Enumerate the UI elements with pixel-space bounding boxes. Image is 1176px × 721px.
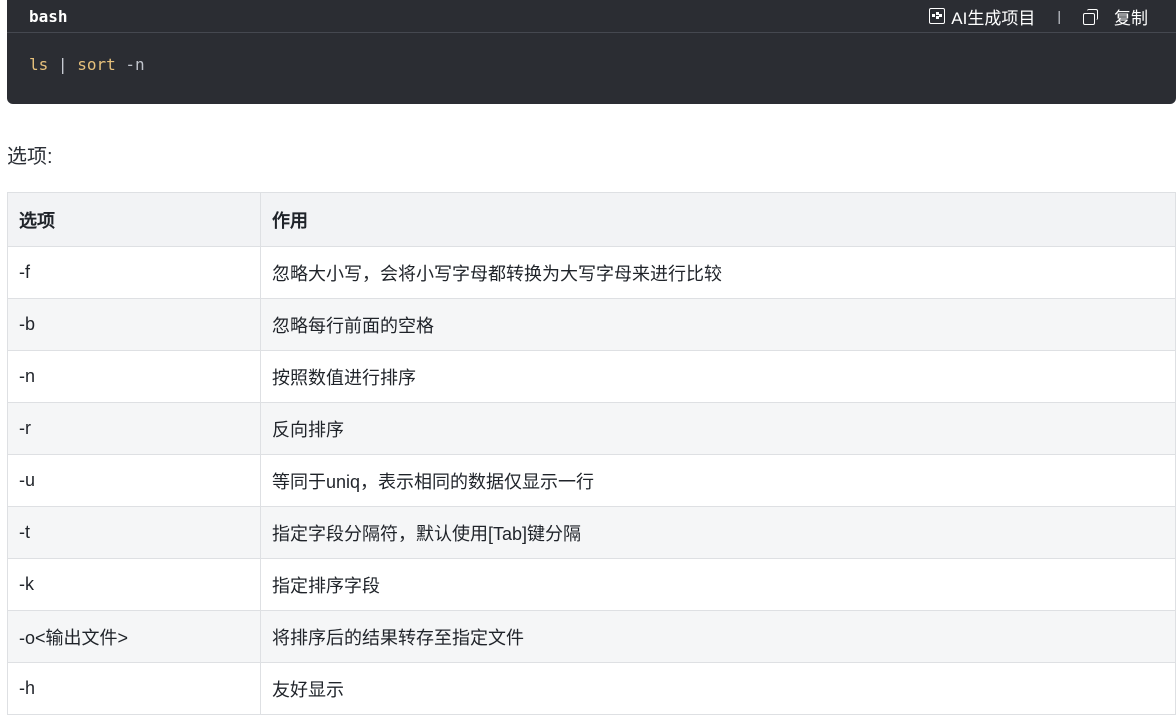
option-cell: -b	[7, 298, 261, 351]
option-cell: -k	[7, 558, 261, 611]
action-divider: |	[1057, 8, 1061, 24]
table-row: -u 等同于uniq，表示相同的数据仅显示一行	[7, 454, 1176, 507]
copy-button[interactable]: 复制	[1083, 4, 1148, 29]
option-cell: -u	[7, 454, 261, 507]
table-row: -h 友好显示	[7, 662, 1176, 715]
table-row: -n 按照数值进行排序	[7, 350, 1176, 403]
description-cell: 将排序后的结果转存至指定文件	[260, 610, 1176, 663]
options-heading: 选项:	[7, 146, 53, 168]
code-block-header: bash AI生成项目 | 复制	[7, 0, 1176, 33]
copy-label: 复制	[1114, 8, 1148, 28]
code-content[interactable]: ls | sort -n	[7, 33, 1176, 74]
option-cell: -h	[7, 662, 261, 715]
code-actions: AI生成项目 | 复制	[929, 4, 1176, 29]
table-row: -t 指定字段分隔符，默认使用[Tab]键分隔	[7, 506, 1176, 559]
code-token-pipe: |	[57, 55, 68, 74]
table-header-effect: 作用	[260, 192, 1176, 247]
code-token-command: ls	[29, 55, 49, 74]
code-token-flag: -n	[125, 55, 145, 74]
ai-generate-button[interactable]: AI生成项目	[929, 4, 1035, 29]
table-row: -o<输出文件> 将排序后的结果转存至指定文件	[7, 610, 1176, 663]
description-cell: 按照数值进行排序	[260, 350, 1176, 403]
description-cell: 友好显示	[260, 662, 1176, 715]
table-row: -k 指定排序字段	[7, 558, 1176, 611]
option-cell: -r	[7, 402, 261, 455]
description-cell: 指定字段分隔符，默认使用[Tab]键分隔	[260, 506, 1176, 559]
option-cell: -t	[7, 506, 261, 559]
table-header-option: 选项	[7, 192, 261, 247]
description-cell: 指定排序字段	[260, 558, 1176, 611]
option-cell: -f	[7, 246, 261, 299]
ai-generate-label: AI生成项目	[951, 8, 1036, 28]
code-block: bash AI生成项目 | 复制 ls | sort -n	[7, 0, 1176, 104]
description-cell: 反向排序	[260, 402, 1176, 455]
description-cell: 忽略每行前面的空格	[260, 298, 1176, 351]
code-token-command: sort	[77, 55, 116, 74]
table-row: -f 忽略大小写，会将小写字母都转换为大写字母来进行比较	[7, 246, 1176, 299]
options-table: 选项 作用 -f 忽略大小写，会将小写字母都转换为大写字母来进行比较 -b 忽略…	[7, 192, 1176, 715]
table-header-row: 选项 作用	[7, 192, 1176, 247]
table-row: -b 忽略每行前面的空格	[7, 298, 1176, 351]
description-cell: 等同于uniq，表示相同的数据仅显示一行	[260, 454, 1176, 507]
table-row: -r 反向排序	[7, 402, 1176, 455]
code-language-label: bash	[29, 6, 68, 26]
description-cell: 忽略大小写，会将小写字母都转换为大写字母来进行比较	[260, 246, 1176, 299]
option-cell: -o<输出文件>	[7, 610, 261, 663]
option-cell: -n	[7, 350, 261, 403]
ai-icon	[929, 8, 946, 24]
copy-icon	[1083, 8, 1100, 25]
